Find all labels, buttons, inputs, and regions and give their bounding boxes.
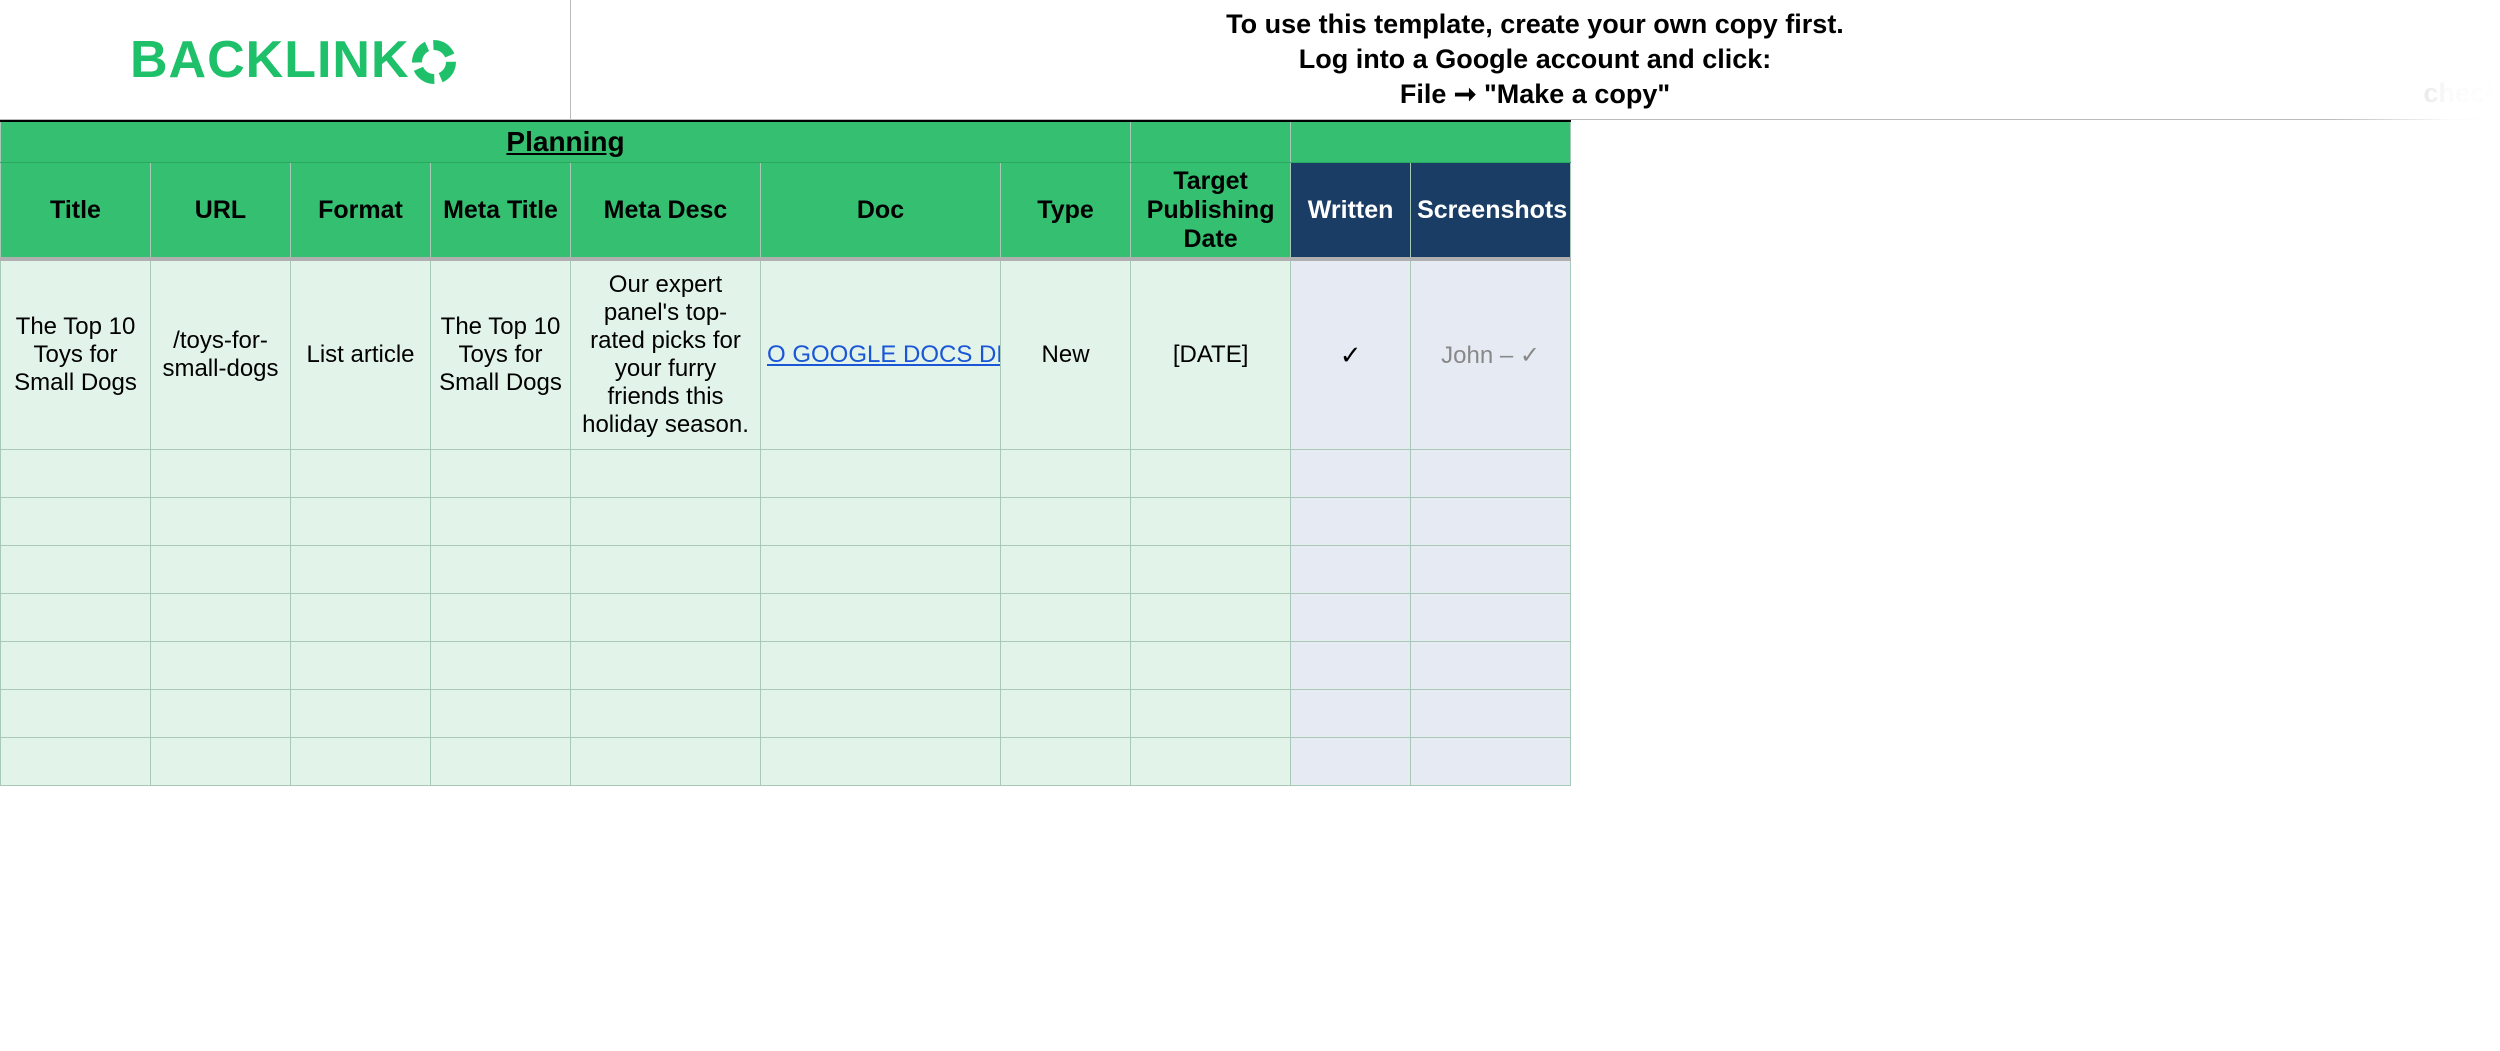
table-row[interactable]	[1, 690, 2500, 738]
cell-meta-title[interactable]: The Top 10 Toys for Small Dogs	[431, 259, 571, 450]
instructions-line2: Log into a Google account and click:	[570, 42, 2500, 77]
section-header-row: Planning	[1, 121, 2500, 163]
cell-format[interactable]: List article	[291, 259, 431, 450]
cell-type[interactable]: New	[1001, 259, 1131, 450]
col-url[interactable]: URL	[151, 163, 291, 260]
col-meta-title[interactable]: Meta Title	[431, 163, 571, 260]
logo-text: BACKLINK	[130, 30, 410, 90]
instructions-line1: To use this template, create your own co…	[570, 7, 2500, 42]
cell-target-date[interactable]: [DATE]	[1131, 259, 1291, 450]
section-planning: Planning	[1, 121, 1131, 163]
cell-url[interactable]: /toys-for-small-dogs	[151, 259, 291, 450]
col-doc[interactable]: Doc	[761, 163, 1001, 260]
section-empty-cell	[1131, 121, 1291, 163]
logo-area: BACKLINK	[0, 0, 570, 119]
col-meta-desc[interactable]: Meta Desc	[571, 163, 761, 260]
table-row[interactable]	[1, 546, 2500, 594]
cell-meta-desc[interactable]: Our expert panel's top-rated picks for y…	[571, 259, 761, 450]
cell-written[interactable]: ✓	[1291, 259, 1411, 450]
instructions-line3: File ➞ "Make a copy"	[570, 77, 2500, 112]
table-row[interactable]	[1, 594, 2500, 642]
column-header-row: Title URL Format Meta Title Meta Desc Do…	[1, 163, 2500, 260]
section-dark-cell	[1291, 121, 1571, 163]
table-row[interactable]	[1, 738, 2500, 786]
table-row[interactable]	[1, 642, 2500, 690]
cell-doc-link[interactable]: O GOOGLE DOCS DRAFT	[761, 259, 1001, 450]
instructions-text: To use this template, create your own co…	[570, 7, 2500, 112]
check-partial-text: check	[2423, 78, 2500, 109]
col-format[interactable]: Format	[291, 163, 431, 260]
top-header-bar: BACKLINK To use this template, create yo…	[0, 0, 2500, 120]
cell-title[interactable]: The Top 10 Toys for Small Dogs	[1, 259, 151, 450]
col-written[interactable]: Written	[1291, 163, 1411, 260]
col-type[interactable]: Type	[1001, 163, 1131, 260]
table-row[interactable]: The Top 10 Toys for Small Dogs /toys-for…	[1, 259, 2500, 450]
logo-o-icon	[412, 40, 456, 84]
table-row[interactable]	[1, 450, 2500, 498]
col-screenshots[interactable]: Screenshots	[1411, 163, 1571, 260]
backlinko-logo: BACKLINK	[130, 30, 456, 90]
col-title[interactable]: Title	[1, 163, 151, 260]
content-planning-table[interactable]: Planning Title URL Format Meta Title Met…	[0, 120, 2500, 786]
cell-screenshots[interactable]: John – ✓	[1411, 259, 1571, 450]
vertical-divider	[570, 0, 571, 119]
table-row[interactable]	[1, 498, 2500, 546]
col-target-date[interactable]: Target Publishing Date	[1131, 163, 1291, 260]
